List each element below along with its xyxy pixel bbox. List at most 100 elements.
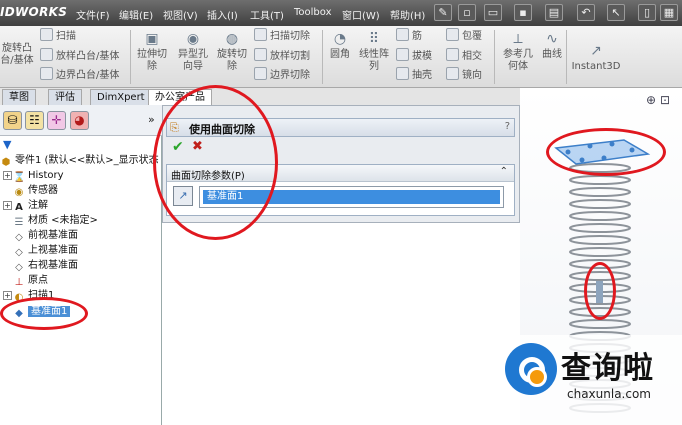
extrude-cut-label-2: 除 xyxy=(147,61,157,72)
menu-toolbox[interactable]: Toolbox xyxy=(294,7,332,18)
rib-button[interactable]: 筋 xyxy=(396,28,422,44)
watermark-url: chaxunla.com xyxy=(567,387,651,401)
revolve-boss-label-1: 旋转凸 xyxy=(2,43,32,54)
wrap-button[interactable]: 包覆 xyxy=(446,28,482,44)
sweep-button[interactable]: 扫描 xyxy=(40,28,76,44)
annotation-ring-spring-top xyxy=(546,128,666,176)
tree-item-material[interactable]: ☰ 材质 <未指定> xyxy=(13,213,98,228)
loft-button[interactable]: 放样凸台/基体 xyxy=(40,48,119,64)
ribbon-divider xyxy=(130,30,131,84)
curves-icon: ∿ xyxy=(546,31,558,47)
menu-file[interactable]: 文件(F) xyxy=(76,7,110,22)
hole-wizard-button[interactable]: ◉ 异型孔 向导 xyxy=(174,30,212,73)
expand-icon[interactable]: + xyxy=(3,201,12,210)
curves-button[interactable]: ∿ 曲线 xyxy=(538,30,566,61)
revolve-boss-button[interactable]: 旋转凸 台/基体 xyxy=(0,43,34,67)
app-brand: IDWORKS xyxy=(0,5,68,19)
fillet-label: 圆角 xyxy=(330,49,350,60)
new-doc-icon[interactable]: ▫ xyxy=(458,4,476,21)
mirror-button[interactable]: 镜向 xyxy=(446,67,482,83)
tree-item-annotations[interactable]: + A 注解 xyxy=(3,198,48,213)
tab-evaluate[interactable]: 评估 xyxy=(48,89,82,105)
tree-item-label: 材质 <未指定> xyxy=(28,215,98,226)
command-ribbon: 旋转凸 台/基体 扫描 放样凸台/基体 边界凸台/基体 ▣ 拉伸切 除 ◉ 异型… xyxy=(0,26,682,88)
annotation-ring-plane1 xyxy=(0,297,88,330)
tree-item-label: 前视基准面 xyxy=(28,230,78,241)
panel-expand-icon[interactable]: » xyxy=(148,113,155,126)
rib-icon xyxy=(396,28,409,41)
watermark-text: 查询啦 xyxy=(561,351,654,386)
intersect-icon xyxy=(446,48,459,61)
open-icon[interactable]: ▭ xyxy=(484,4,502,21)
menu-edit[interactable]: 编辑(E) xyxy=(119,7,153,22)
fillet-button[interactable]: ◔ 圆角 xyxy=(326,30,354,61)
expand-icon[interactable]: + xyxy=(3,171,12,180)
draft-button[interactable]: 拔模 xyxy=(396,48,432,64)
menu-view[interactable]: 视图(V) xyxy=(163,7,198,22)
tree-root-part[interactable]: ⬢ 零件1 (默认<<默认>_显示状态 xyxy=(0,153,159,168)
help-icon[interactable]: ? xyxy=(505,121,510,132)
instant3d-label: Instant3D xyxy=(571,61,621,72)
feature-tree-tab-icon[interactable]: ⛁ xyxy=(3,111,22,130)
collapse-chevron-icon[interactable]: ⌃ xyxy=(500,166,508,177)
sweep-label: 扫描 xyxy=(56,31,76,42)
tree-item-front-plane[interactable]: ◇ 前视基准面 xyxy=(13,228,78,243)
select-icon[interactable]: ↖ xyxy=(607,4,625,21)
print-icon[interactable]: ▤ xyxy=(545,4,563,21)
boundary-boss-button[interactable]: 边界凸台/基体 xyxy=(40,67,119,83)
menu-tools[interactable]: 工具(T) xyxy=(250,7,284,22)
watermark: 查询啦 chaxunla.com xyxy=(497,335,682,425)
boundary-cut-label: 边界切除 xyxy=(270,70,310,81)
linear-pattern-label-2: 列 xyxy=(369,61,379,72)
feature-manager-panel: ⛁ ☷ ✛ ◕ » ▼ ⬢ 零件1 (默认<<默认>_显示状态 + ⌛ History… xyxy=(0,105,162,425)
tab-dimxpert[interactable]: DimXpert xyxy=(90,89,152,105)
rebuild-icon[interactable]: ▯ xyxy=(638,4,656,21)
expand-icon[interactable]: + xyxy=(3,291,12,300)
revolve-boss-label-2: 台/基体 xyxy=(0,55,34,66)
menu-window[interactable]: 窗口(W) xyxy=(342,7,380,22)
wrap-icon xyxy=(446,28,459,41)
undo-icon[interactable]: ↶ xyxy=(577,4,595,21)
pin-icon[interactable]: ✎ xyxy=(434,4,452,21)
tree-item-right-plane[interactable]: ◇ 右视基准面 xyxy=(13,258,78,273)
loft-cut-label: 放样切割 xyxy=(270,51,310,62)
sweep-cut-icon xyxy=(254,28,267,41)
instant3d-button[interactable]: ↗ Instant3D xyxy=(570,42,622,73)
hole-wizard-label-1: 异型孔 xyxy=(178,49,208,60)
loft-cut-button[interactable]: 放样切割 xyxy=(254,48,310,64)
tree-item-label: History xyxy=(28,170,64,181)
intersect-button[interactable]: 相交 xyxy=(446,48,482,64)
tree-item-top-plane[interactable]: ◇ 上视基准面 xyxy=(13,243,78,258)
display-manager-tab-icon[interactable]: ◕ xyxy=(70,111,89,130)
reference-geometry-button[interactable]: ⟂ 参考几 何体 xyxy=(498,30,538,73)
hole-wizard-icon: ◉ xyxy=(186,31,200,47)
property-manager-tab-icon[interactable]: ☷ xyxy=(25,111,44,130)
filter-icon[interactable]: ▼ xyxy=(3,138,11,151)
extrude-cut-button[interactable]: ▣ 拉伸切 除 xyxy=(134,30,170,73)
boundary-cut-button[interactable]: 边界切除 xyxy=(254,67,310,83)
menu-help[interactable]: 帮助(H) xyxy=(390,7,425,22)
boundary-boss-icon xyxy=(40,67,53,80)
tree-item-history[interactable]: + ⌛ History xyxy=(3,168,64,183)
shell-button[interactable]: 抽壳 xyxy=(396,67,432,83)
tree-item-label: 原点 xyxy=(28,275,48,286)
menu-insert[interactable]: 插入(I) xyxy=(207,7,238,22)
revolve-cut-button[interactable]: ◍ 旋转切 除 xyxy=(214,30,250,73)
reference-geometry-icon: ⟂ xyxy=(513,31,523,47)
tab-sketch[interactable]: 草图 xyxy=(2,89,36,105)
rib-label: 筋 xyxy=(412,31,422,42)
annotation-ring-spring-mid xyxy=(584,262,616,320)
extrude-cut-label-1: 拉伸切 xyxy=(137,49,167,60)
tree-item-origin[interactable]: ⊥ 原点 xyxy=(13,273,48,288)
sweep-icon xyxy=(40,28,53,41)
revolve-cut-label-1: 旋转切 xyxy=(217,49,247,60)
tree-item-sensors[interactable]: ◉ 传感器 xyxy=(13,183,58,198)
save-icon[interactable]: ▪ xyxy=(514,4,532,21)
ribbon-divider xyxy=(322,30,323,84)
linear-pattern-button[interactable]: ⠿ 线性阵 列 xyxy=(356,30,392,73)
sweep-cut-button[interactable]: 扫描切除 xyxy=(254,28,310,44)
options-icon[interactable]: ▦ xyxy=(660,4,678,21)
shell-icon xyxy=(396,67,409,80)
configuration-tab-icon[interactable]: ✛ xyxy=(47,111,66,130)
draft-label: 拔模 xyxy=(412,51,432,62)
